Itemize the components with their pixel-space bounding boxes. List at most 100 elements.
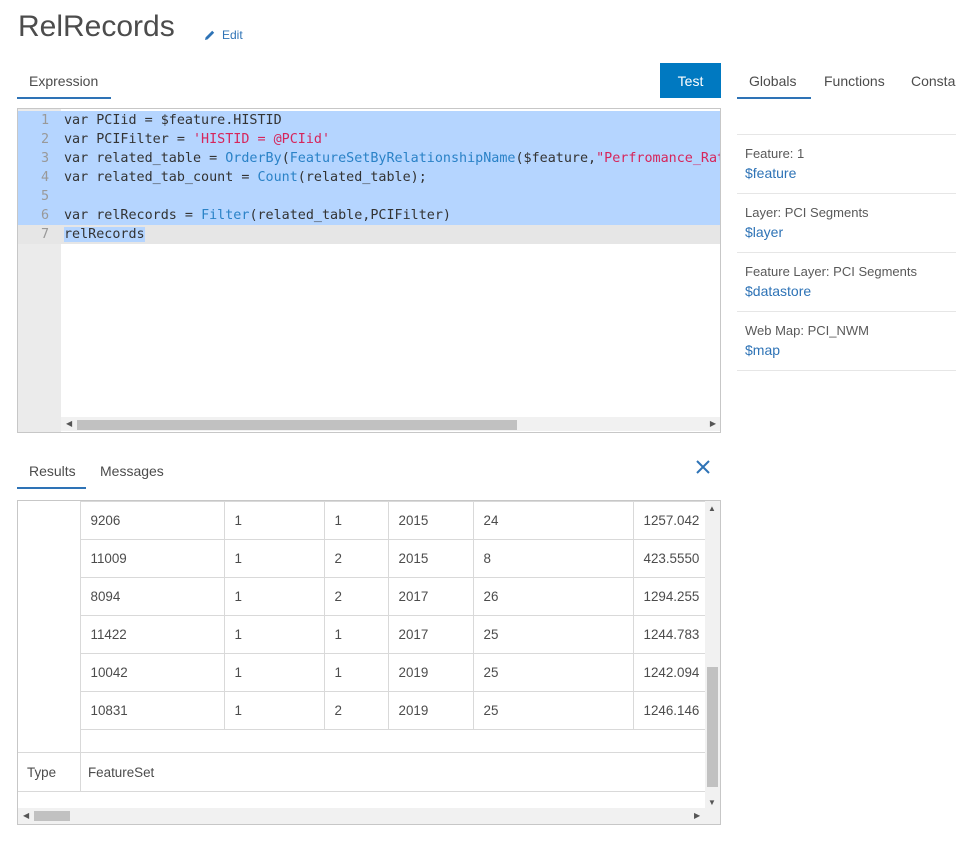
code-token: Count — [257, 170, 298, 185]
row-spacer — [18, 653, 81, 692]
table-row: 8094 1 2 2017 26 1294.255 — [18, 577, 709, 616]
scrollbar-thumb[interactable] — [707, 667, 718, 787]
code-token: var PCIid = $feature.HISTID — [64, 113, 282, 128]
table-cell: 2017 — [387, 615, 474, 654]
code-token: relRecords — [64, 227, 145, 242]
scroll-down-icon[interactable]: ▼ — [708, 798, 716, 807]
table-row: 10831 1 2 2019 25 1246.146 — [18, 691, 709, 730]
global-label: Feature Layer: PCI Segments — [745, 264, 917, 279]
code-line[interactable]: 5 — [18, 187, 720, 206]
table-row: 10042 1 1 2019 25 1242.094 — [18, 653, 709, 692]
code-text: var PCIFilter = 'HISTID = @PCIid' — [64, 130, 330, 149]
table-row: 11009 1 2 2015 8 423.5550 — [18, 539, 709, 578]
table-cell: 24 — [472, 501, 634, 540]
row-spacer — [18, 539, 81, 578]
global-item-layer[interactable]: Layer: PCI Segments $layer — [737, 194, 956, 253]
code-token: var related_tab_count = — [64, 170, 258, 185]
globals-list: Feature: 1 $feature Layer: PCI Segments … — [737, 134, 956, 371]
edit-button[interactable]: Edit — [204, 28, 243, 42]
code-token: Filter — [201, 208, 250, 223]
code-text: var relRecords = Filter(related_table,PC… — [64, 206, 451, 225]
global-label: Layer: PCI Segments — [745, 205, 869, 220]
tab-results[interactable]: Results — [17, 454, 86, 489]
code-token: "Perfromance_Ratings" — [596, 151, 720, 166]
scroll-right-icon[interactable]: ▶ — [694, 811, 700, 820]
table-cell: 25 — [472, 653, 634, 692]
line-number: 7 — [40, 227, 49, 242]
code-token: ($feature, — [515, 151, 597, 166]
editor-horizontal-scrollbar[interactable]: ◀ ▶ — [61, 417, 720, 431]
results-horizontal-scrollbar[interactable]: ◀ ▶ — [18, 808, 720, 824]
table-cell: 1 — [323, 501, 389, 540]
table-cell: 2 — [323, 577, 389, 616]
code-token: OrderBy — [225, 151, 282, 166]
row-spacer — [18, 615, 81, 654]
table-cell: 423.5550 — [632, 539, 709, 578]
global-label: Web Map: PCI_NWM — [745, 323, 870, 338]
tab-expression[interactable]: Expression — [17, 64, 111, 99]
table-cell: 25 — [472, 615, 634, 654]
results-vertical-scrollbar[interactable]: ▲ ▼ — [705, 501, 720, 809]
global-item-datastore[interactable]: Feature Layer: PCI Segments $datastore — [737, 253, 956, 312]
tab-functions[interactable]: Functions — [824, 64, 885, 99]
scroll-right-icon[interactable]: ▶ — [710, 419, 716, 428]
code-line[interactable]: 3 var related_table = OrderBy(FeatureSetB… — [18, 149, 720, 168]
row-spacer — [18, 691, 81, 730]
table-cell: 1257.042 — [632, 501, 709, 540]
test-button[interactable]: Test — [660, 63, 721, 98]
results-table: 9206 1 1 2015 24 1257.042 11009 1 2 2015 8 423.5550… — [18, 501, 709, 768]
global-variable[interactable]: $feature — [745, 165, 956, 181]
tab-globals[interactable]: Globals — [737, 64, 811, 99]
scrollbar-thumb[interactable] — [34, 811, 70, 821]
table-cell: 1 — [223, 615, 325, 654]
scrollbar-thumb[interactable] — [77, 420, 517, 430]
table-cell: 2 — [323, 691, 389, 730]
table-cell: 2015 — [387, 501, 474, 540]
table-cell: 1246.146 — [632, 691, 709, 730]
table-cell: 1242.094 — [632, 653, 709, 692]
global-variable[interactable]: $datastore — [745, 283, 956, 299]
page-title: RelRecords — [18, 10, 175, 43]
table-cell: 1 — [223, 577, 325, 616]
global-item-feature[interactable]: Feature: 1 $feature — [737, 135, 956, 194]
table-cell: 2 — [323, 539, 389, 578]
global-item-map[interactable]: Web Map: PCI_NWM $map — [737, 312, 956, 371]
code-line[interactable]: 7 relRecords — [18, 225, 720, 244]
code-editor[interactable]: 1 var PCIid = $feature.HISTID 2 var PCIFilt… — [17, 108, 721, 433]
code-text: relRecords — [64, 225, 145, 244]
row-spacer — [18, 501, 81, 540]
type-value: FeatureSet — [88, 765, 155, 780]
close-icon[interactable] — [694, 458, 712, 476]
table-cell: 9206 — [79, 501, 225, 540]
global-variable[interactable]: $map — [745, 342, 956, 358]
code-lines[interactable]: 1 var PCIid = $feature.HISTID 2 var PCIFilt… — [18, 111, 720, 244]
tab-constants[interactable]: Consta — [911, 64, 955, 99]
scroll-left-icon[interactable]: ◀ — [66, 419, 72, 428]
code-token: FeatureSetByRelationshipName — [289, 151, 516, 166]
table-cell: 1 — [323, 653, 389, 692]
table-cell: 25 — [472, 691, 634, 730]
table-cell: 11009 — [79, 539, 225, 578]
code-token: var related_table = — [64, 151, 226, 166]
code-text: var related_table = OrderBy(FeatureSetBy… — [64, 149, 720, 168]
code-line[interactable]: 1 var PCIid = $feature.HISTID — [18, 111, 720, 130]
code-token: 'HISTID = @PCIid' — [193, 132, 331, 147]
table-row: 11422 1 1 2017 25 1244.783 — [18, 615, 709, 654]
code-token: var relRecords = — [64, 208, 202, 223]
global-variable[interactable]: $layer — [745, 224, 956, 240]
table-cell: 1 — [223, 691, 325, 730]
code-line[interactable]: 4 var related_tab_count = Count(related_t… — [18, 168, 720, 187]
scroll-up-icon[interactable]: ▲ — [708, 504, 716, 513]
global-label: Feature: 1 — [745, 146, 805, 161]
pencil-icon — [205, 30, 215, 40]
table-cell: 1294.255 — [632, 577, 709, 616]
row-spacer — [18, 577, 81, 616]
table-cell: 10042 — [79, 653, 225, 692]
tab-messages[interactable]: Messages — [100, 454, 164, 489]
table-cell: 2019 — [387, 691, 474, 730]
code-line[interactable]: 6 var relRecords = Filter(related_table,P… — [18, 206, 720, 225]
code-line[interactable]: 2 var PCIFilter = 'HISTID = @PCIid' — [18, 130, 720, 149]
results-panel: 9206 1 1 2015 24 1257.042 11009 1 2 2015 8 423.5550… — [17, 500, 721, 825]
scroll-left-icon[interactable]: ◀ — [23, 811, 29, 820]
type-key: Type — [27, 765, 57, 780]
